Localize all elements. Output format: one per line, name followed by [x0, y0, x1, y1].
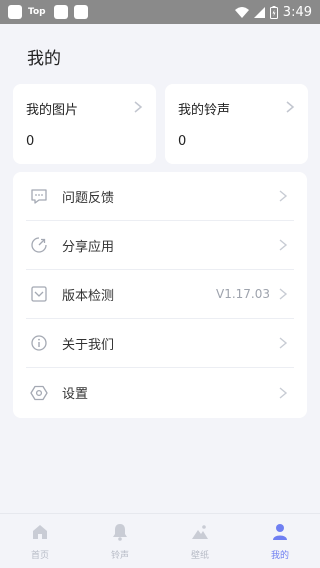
notification-icon: [53, 5, 68, 19]
nav-item-ringtone[interactable]: 铃声: [88, 522, 152, 561]
nav-label: 我的: [270, 550, 289, 561]
chevron-right-icon: [286, 101, 295, 113]
menu-item-label: 问题反馈: [62, 190, 115, 206]
status-time: 3:49: [282, 4, 312, 20]
status-right: 3:49: [234, 4, 312, 20]
menu-item-label: 关于我们: [62, 337, 115, 353]
menu-item-feedback[interactable]: 问题反馈: [26, 172, 294, 221]
version-value: V1.17.03: [215, 287, 270, 301]
bottom-nav: 首页 铃声 壁纸 我的: [0, 513, 320, 568]
share-icon: [31, 237, 47, 253]
notification-icon: [73, 5, 88, 19]
user-icon: [273, 523, 287, 540]
nav-item-wallpaper[interactable]: 壁纸: [168, 522, 232, 561]
wallpaper-icon: [192, 524, 208, 539]
card-title: 我的铃声: [178, 103, 231, 118]
page-title: 我的: [27, 49, 61, 69]
settings-list: 问题反馈 分享应用 版本检测 V1.17.03 关于我们 设置: [13, 172, 307, 418]
nav-label: 铃声: [110, 550, 129, 561]
menu-item-label: 分享应用: [62, 239, 115, 255]
menu-item-about[interactable]: 关于我们: [26, 319, 294, 368]
chevron-right-icon: [279, 190, 288, 202]
info-icon: [31, 335, 47, 351]
nav-label: 壁纸: [190, 550, 209, 561]
card-title: 我的图片: [26, 103, 79, 118]
chevron-right-icon: [279, 288, 288, 300]
home-icon: [33, 524, 47, 539]
status-bar: Top 3:49: [0, 0, 320, 24]
nav-item-mine[interactable]: 我的: [248, 522, 312, 561]
battery-icon: [269, 5, 278, 19]
signal-icon: [253, 6, 265, 18]
version-check-icon: [31, 286, 47, 302]
menu-item-label: 设置: [62, 387, 89, 402]
notification-icon: [8, 5, 22, 19]
chevron-right-icon: [279, 386, 288, 399]
nav-label: 首页: [30, 550, 49, 561]
bell-icon: [113, 523, 127, 541]
status-app-label: Top: [28, 7, 46, 17]
card-count: 0: [26, 134, 35, 149]
menu-item-version-check[interactable]: 版本检测 V1.17.03: [26, 270, 294, 319]
menu-item-settings[interactable]: 设置: [26, 368, 294, 417]
chevron-right-icon: [134, 101, 143, 113]
chevron-right-icon: [279, 337, 288, 349]
chevron-right-icon: [279, 239, 288, 251]
menu-item-label: 版本检测: [62, 288, 115, 304]
menu-item-share[interactable]: 分享应用: [26, 221, 294, 270]
my-images-card[interactable]: 我的图片 0: [13, 84, 156, 164]
card-count: 0: [178, 134, 187, 149]
nav-item-home[interactable]: 首页: [8, 522, 72, 561]
feedback-icon: [31, 189, 47, 204]
wifi-icon: [234, 6, 249, 18]
my-ringtones-card[interactable]: 我的铃声 0: [165, 84, 308, 164]
settings-icon: [30, 385, 48, 400]
screen: Top 3:49 我的 我的图片 0 我的铃声 0 问题反馈 分享应用 版本检测…: [0, 0, 320, 568]
